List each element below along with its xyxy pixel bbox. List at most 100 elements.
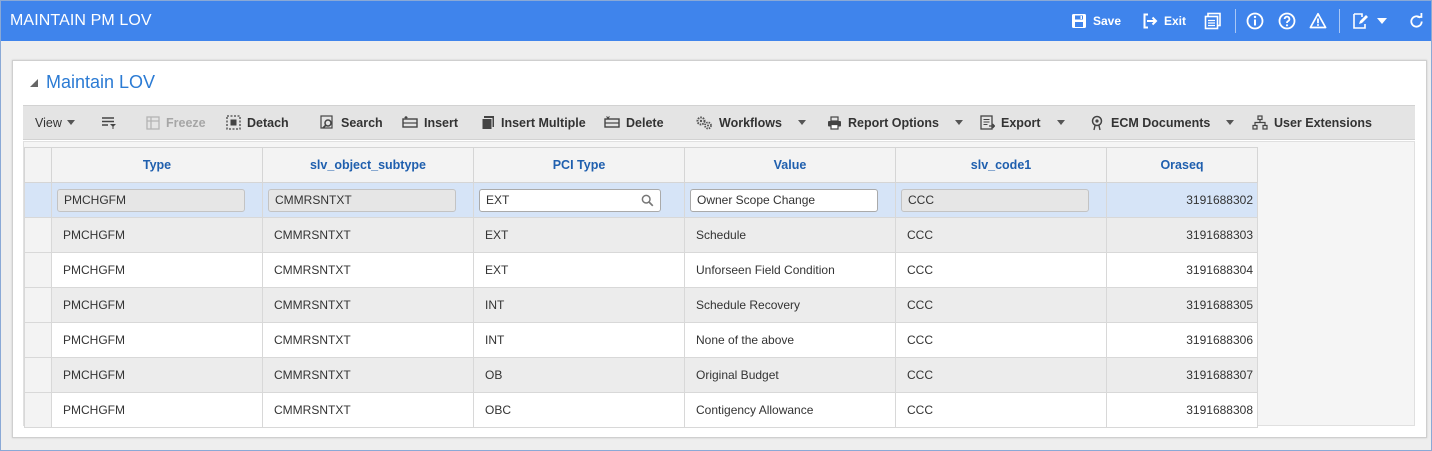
search-icon[interactable]	[641, 194, 654, 207]
save-label: Save	[1093, 14, 1122, 28]
row-selector[interactable]	[24, 252, 52, 288]
subtype-cell: CMMRSNTXT	[262, 287, 474, 323]
lov-grid-container: Type slv_object_subtype PCI Type Value s…	[23, 141, 1415, 428]
warning-icon[interactable]	[1309, 11, 1327, 31]
type-cell: PMCHGFM	[51, 322, 263, 358]
row-selector[interactable]	[24, 392, 52, 428]
save-icon	[1071, 13, 1087, 29]
exit-label: Exit	[1164, 14, 1187, 28]
chevron-down-icon	[797, 120, 806, 125]
pci-type-value: EXT	[486, 193, 510, 207]
oraseq-cell: 3191688302	[1106, 182, 1258, 218]
value-text: Owner Scope Change	[697, 193, 816, 207]
row-selector[interactable]	[24, 322, 52, 358]
code1-cell: CCC	[895, 392, 1107, 428]
row-selector[interactable]	[24, 182, 52, 218]
workflows-menu-button[interactable]: Workflows	[695, 106, 806, 139]
view-menu-button[interactable]: View	[35, 106, 75, 139]
pci-type-cell: OB	[473, 357, 685, 393]
table-row[interactable]: PMCHGFM CMMRSNTXT EXT Unforseen Field Co…	[24, 252, 1258, 288]
report-options-menu-button[interactable]: Report Options	[827, 106, 963, 139]
chevron-down-icon	[1377, 18, 1387, 24]
search-button[interactable]: Search	[320, 106, 383, 139]
table-row[interactable]: PMCHGFM CMMRSNTXT INT Schedule Recovery …	[24, 287, 1258, 323]
column-header-row: Type slv_object_subtype PCI Type Value s…	[24, 147, 1258, 183]
table-row[interactable]: PMCHGFM CMMRSNTXT INT None of the above …	[24, 322, 1258, 358]
freeze-button[interactable]: Freeze	[146, 106, 206, 139]
column-header-oraseq[interactable]: Oraseq	[1106, 147, 1258, 183]
table-row[interactable]: PMCHGFM CMMRSNTXT OBC Contigency Allowan…	[24, 392, 1258, 428]
pci-type-cell: EXT	[473, 182, 685, 218]
oraseq-cell: 3191688305	[1106, 287, 1258, 323]
column-header-type[interactable]: Type	[51, 147, 263, 183]
insert-button[interactable]: Insert	[402, 106, 458, 139]
code1-value: CCC	[908, 193, 934, 207]
help-icon[interactable]	[1278, 11, 1296, 31]
chevron-down-icon	[954, 120, 963, 125]
oraseq-cell: 3191688308	[1106, 392, 1258, 428]
type-cell: PMCHGFM	[51, 252, 263, 288]
panel-header[interactable]: Maintain LOV	[29, 72, 155, 93]
edit-icon	[1351, 12, 1369, 30]
insert-multiple-button[interactable]: Insert Multiple	[481, 106, 586, 139]
refresh-icon[interactable]	[1408, 11, 1425, 31]
column-header-slv-object-subtype[interactable]: slv_object_subtype	[262, 147, 474, 183]
code1-cell: CCC	[895, 252, 1107, 288]
code1-cell: CCC	[895, 357, 1107, 393]
export-label: Export	[1001, 115, 1041, 130]
subtype-cell: CMMRSNTXT	[262, 182, 474, 218]
oraseq-cell: 3191688306	[1106, 322, 1258, 358]
save-button[interactable]: Save	[1071, 11, 1121, 31]
user-extensions-button[interactable]: User Extensions	[1252, 106, 1372, 139]
table-row[interactable]: PMCHGFM CMMRSNTXT EXT Owner Scope Change…	[24, 182, 1258, 218]
header-separator	[1235, 9, 1236, 33]
records-icon[interactable]	[1204, 11, 1222, 31]
search-icon	[320, 115, 335, 130]
table-row[interactable]: PMCHGFM CMMRSNTXT OB Original Budget CCC…	[24, 357, 1258, 393]
column-settings-icon	[101, 116, 117, 130]
app-title: MAINTAIN PM LOV	[10, 12, 152, 29]
pci-type-cell: OBC	[473, 392, 685, 428]
row-selector[interactable]	[24, 357, 52, 393]
table-row[interactable]: PMCHGFM CMMRSNTXT EXT Schedule CCC 31916…	[24, 217, 1258, 253]
pci-type-cell: EXT	[473, 217, 685, 253]
exit-icon	[1142, 13, 1158, 29]
gears-icon	[695, 115, 713, 130]
pci-type-input[interactable]: EXT	[479, 188, 661, 212]
subtype-cell: CMMRSNTXT	[262, 252, 474, 288]
search-label: Search	[341, 115, 383, 130]
ecm-documents-label: ECM Documents	[1111, 115, 1211, 130]
delete-row-icon	[604, 116, 620, 129]
freeze-icon	[146, 115, 160, 130]
panel-title: Maintain LOV	[46, 72, 156, 92]
value-cell: None of the above	[684, 322, 896, 358]
ecm-documents-menu-button[interactable]: ECM Documents	[1090, 106, 1235, 139]
column-header-slv-code1[interactable]: slv_code1	[895, 147, 1107, 183]
delete-button[interactable]: Delete	[604, 106, 664, 139]
maintain-lov-panel: Maintain LOV View Freeze Detach Search I…	[12, 60, 1427, 438]
code1-cell: CCC	[895, 322, 1107, 358]
row-selector[interactable]	[24, 217, 52, 253]
column-header-value[interactable]: Value	[684, 147, 896, 183]
collapse-icon[interactable]	[29, 78, 39, 88]
export-menu-button[interactable]: Export	[980, 106, 1065, 139]
report-options-label: Report Options	[848, 115, 939, 130]
delete-label: Delete	[626, 115, 664, 130]
grid-toolbar: View Freeze Detach Search Insert Insert …	[23, 105, 1415, 140]
exit-button[interactable]: Exit	[1142, 11, 1186, 31]
row-selector-header[interactable]	[24, 147, 52, 183]
info-icon[interactable]	[1246, 11, 1264, 31]
row-selector[interactable]	[24, 287, 52, 323]
type-cell: PMCHGFM	[51, 357, 263, 393]
type-value: PMCHGFM	[64, 193, 126, 207]
detach-icon	[226, 115, 241, 130]
edit-menu-button[interactable]	[1351, 11, 1387, 31]
column-header-pci-type[interactable]: PCI Type	[473, 147, 685, 183]
printer-icon	[827, 115, 842, 130]
insert-row-icon	[402, 116, 418, 129]
oraseq-cell: 3191688303	[1106, 217, 1258, 253]
detach-button[interactable]: Detach	[226, 106, 289, 139]
column-settings-button[interactable]	[101, 106, 123, 139]
value-input[interactable]: Owner Scope Change	[690, 188, 878, 212]
subtype-cell: CMMRSNTXT	[262, 322, 474, 358]
